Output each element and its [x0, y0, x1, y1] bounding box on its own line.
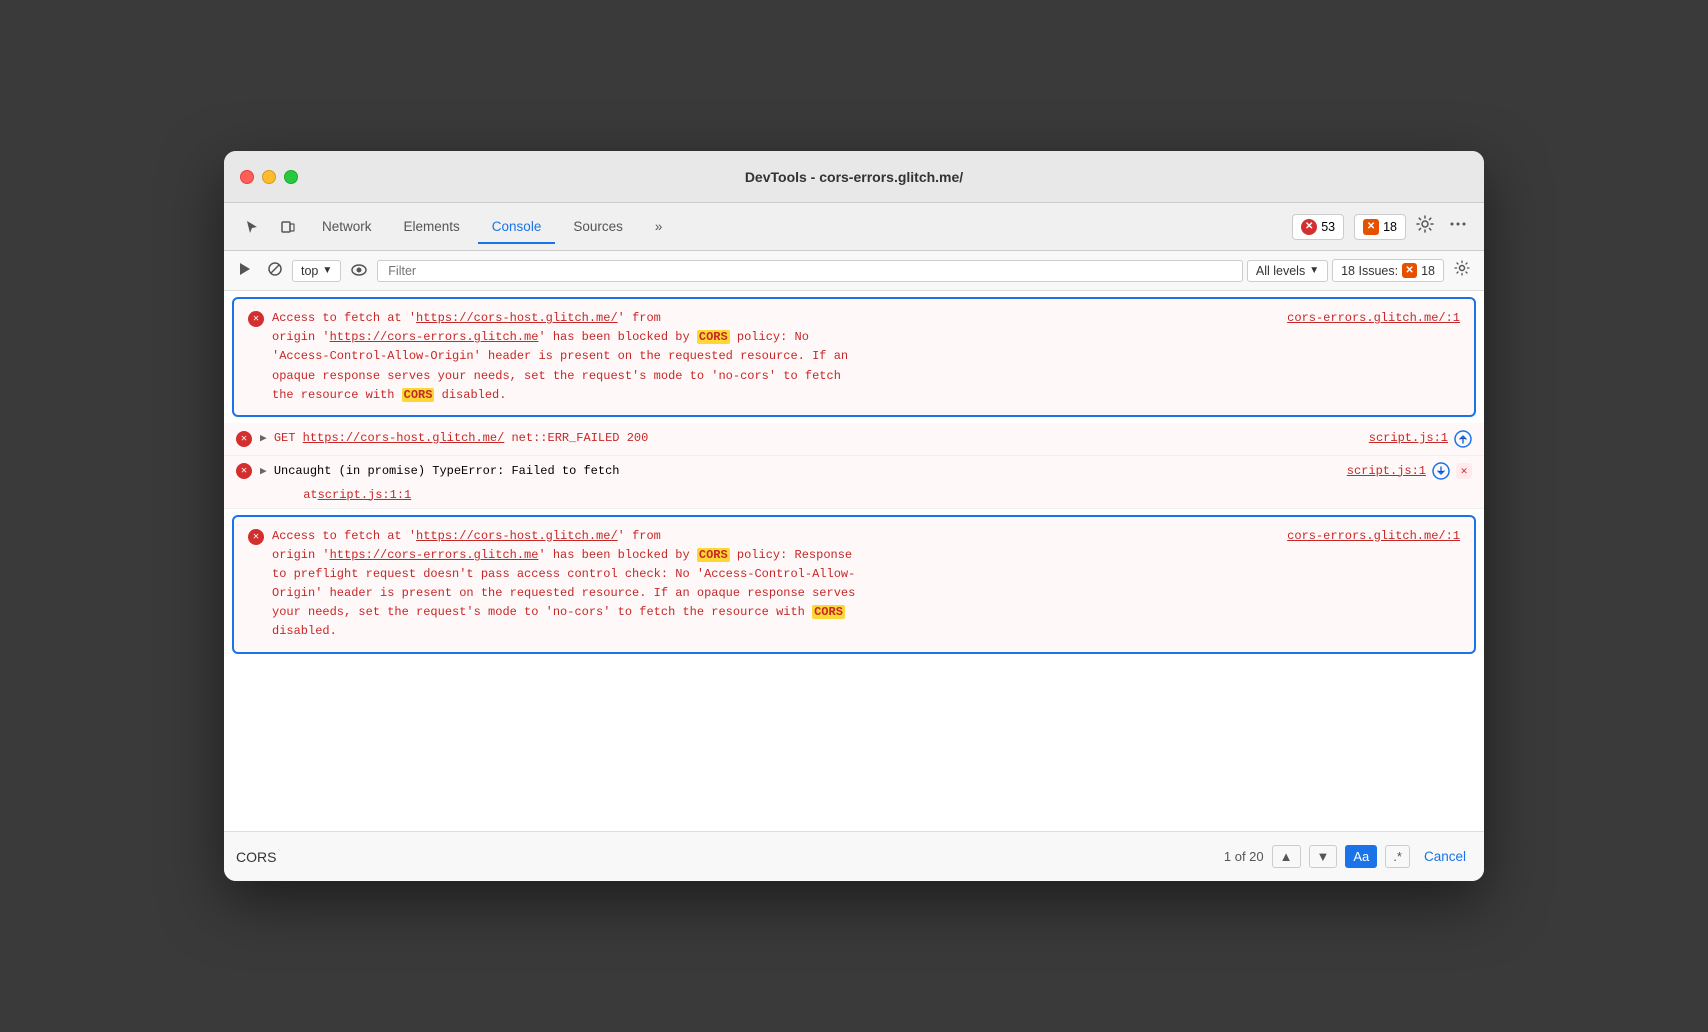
warning-count-badge[interactable]: ✕ 18 — [1354, 214, 1406, 240]
ellipsis-icon — [1450, 216, 1466, 232]
console-error-entry-1: ✕ Access to fetch at 'https://cors-host.… — [232, 297, 1476, 417]
error-count-badge[interactable]: ✕ 53 — [1292, 214, 1344, 240]
cors-badge-2: CORS — [402, 388, 435, 402]
error-icon-3: ✕ — [236, 463, 252, 479]
issues-btn[interactable]: 18 Issues: ✕ 18 — [1332, 259, 1444, 282]
console-content: ✕ Access to fetch at 'https://cors-host.… — [224, 291, 1484, 831]
context-label: top — [301, 264, 318, 278]
error-icon-1: ✕ — [248, 311, 264, 327]
issues-warn-icon: ✕ — [1402, 263, 1417, 278]
regex-btn[interactable]: .* — [1385, 845, 1410, 868]
gear-icon — [1454, 260, 1470, 276]
maximize-button[interactable] — [284, 170, 298, 184]
expand-arrow-2[interactable]: ▶ — [260, 433, 267, 445]
run-script-btn[interactable] — [232, 258, 258, 283]
devtools-window: DevTools - cors-errors.glitch.me/ Networ… — [224, 151, 1484, 881]
search-count: 1 of 20 — [1224, 849, 1264, 864]
error-text-4: Access to fetch at 'https://cors-host.gl… — [272, 527, 1460, 642]
source-link-1[interactable]: cors-errors.glitch.me/:1 — [1287, 309, 1460, 328]
tab-sources[interactable]: Sources — [559, 211, 637, 244]
cursor-icon — [244, 219, 260, 235]
search-next-btn[interactable]: ▼ — [1309, 845, 1338, 868]
chevron-down-icon: ▼ — [322, 265, 332, 276]
tab-console[interactable]: Console — [478, 211, 556, 244]
error-text-2: ▶ GET https://cors-host.glitch.me/ net::… — [260, 429, 1472, 449]
eye-icon — [351, 264, 367, 276]
chevron-down-icon: ▼ — [1309, 265, 1319, 276]
play-icon — [238, 262, 252, 276]
console-toolbar: top ▼ All levels ▼ 18 Issues: ✕ 18 — [224, 251, 1484, 291]
search-cancel-btn[interactable]: Cancel — [1418, 845, 1472, 868]
console-error-entry-2: ✕ ▶ GET https://cors-host.glitch.me/ net… — [224, 423, 1484, 456]
more-options-btn[interactable] — [1444, 210, 1472, 243]
warning-count: 18 — [1383, 220, 1397, 234]
tab-elements[interactable]: Elements — [390, 211, 474, 244]
search-input[interactable] — [236, 849, 1216, 865]
minimize-button[interactable] — [262, 170, 276, 184]
source-link-4[interactable]: cors-errors.glitch.me/:1 — [1287, 527, 1460, 546]
close-btn-3[interactable]: ✕ — [1456, 463, 1472, 479]
get-link-2[interactable]: https://cors-host.glitch.me/ — [303, 431, 505, 445]
error-text-1: Access to fetch at 'https://cors-host.gl… — [272, 309, 1460, 405]
context-selector[interactable]: top ▼ — [292, 260, 341, 282]
window-title: DevTools - cors-errors.glitch.me/ — [745, 169, 963, 185]
issues-label: 18 Issues: — [1341, 264, 1398, 278]
cors-badge-4: CORS — [812, 605, 845, 619]
filter-input[interactable] — [377, 260, 1243, 282]
main-toolbar: Network Elements Console Sources » ✕ 53 … — [224, 203, 1484, 251]
source-link-3[interactable]: script.js:1 — [1347, 464, 1426, 478]
titlebar: DevTools - cors-errors.glitch.me/ — [224, 151, 1484, 203]
cors-host-link-1[interactable]: https://cors-host.glitch.me/ — [416, 311, 618, 325]
eye-icon-btn[interactable] — [345, 259, 373, 283]
cors-errors-link-4[interactable]: https://cors-errors.glitch.me — [330, 548, 539, 562]
cursor-icon-btn[interactable] — [236, 213, 268, 241]
search-prev-btn[interactable]: ▲ — [1272, 845, 1301, 868]
gear-icon — [1416, 215, 1434, 233]
cors-errors-link-1[interactable]: https://cors-errors.glitch.me — [330, 330, 539, 344]
source-link-2[interactable]: script.js:1 — [1369, 429, 1448, 448]
console-error-entry-4: ✕ Access to fetch at 'https://cors-host.… — [232, 515, 1476, 654]
cors-badge-1: CORS — [697, 330, 730, 344]
tab-network[interactable]: Network — [308, 211, 386, 244]
settings-btn[interactable] — [1410, 209, 1440, 244]
error-icon-4: ✕ — [248, 529, 264, 545]
warning-badge-icon: ✕ — [1363, 219, 1379, 235]
issues-count: 18 — [1421, 264, 1435, 278]
error-badge-icon: ✕ — [1301, 219, 1317, 235]
cors-host-link-4[interactable]: https://cors-host.glitch.me/ — [416, 529, 618, 543]
clear-console-btn[interactable] — [262, 258, 288, 283]
error-icon-2: ✕ — [236, 431, 252, 447]
log-levels-selector[interactable]: All levels ▼ — [1247, 260, 1328, 282]
cors-badge-3: CORS — [697, 548, 730, 562]
error-count: 53 — [1321, 220, 1335, 234]
at-link-3[interactable]: script.js:1:1 — [318, 488, 412, 502]
case-sensitive-btn[interactable]: Aa — [1345, 845, 1377, 868]
console-error-entry-3: ✕ ▶ Uncaught (in promise) TypeError: Fai… — [224, 456, 1484, 509]
device-icon — [280, 219, 296, 235]
levels-label: All levels — [1256, 264, 1305, 278]
search-bar: 1 of 20 ▲ ▼ Aa .* Cancel — [224, 831, 1484, 881]
expand-arrow-3[interactable]: ▶ — [260, 466, 267, 478]
console-settings-btn[interactable] — [1448, 254, 1476, 287]
close-button[interactable] — [240, 170, 254, 184]
upload-icon-2[interactable] — [1454, 430, 1472, 448]
device-toggle-btn[interactable] — [272, 213, 304, 241]
download-icon-3[interactable] — [1432, 462, 1450, 480]
traffic-lights — [240, 170, 298, 184]
tab-more[interactable]: » — [641, 211, 677, 244]
block-icon — [268, 262, 282, 276]
